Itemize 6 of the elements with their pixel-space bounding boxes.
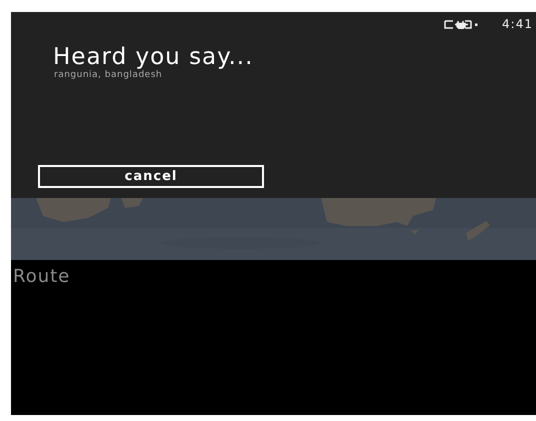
section-title: Route xyxy=(13,266,70,287)
dialog-title: Heard you say... xyxy=(53,44,254,70)
clock-time: 4:41 xyxy=(502,17,533,31)
recognized-text: rangunia, bangladesh xyxy=(54,70,164,80)
battery-charging-icon xyxy=(444,20,480,28)
cancel-button[interactable]: cancel xyxy=(38,165,264,188)
